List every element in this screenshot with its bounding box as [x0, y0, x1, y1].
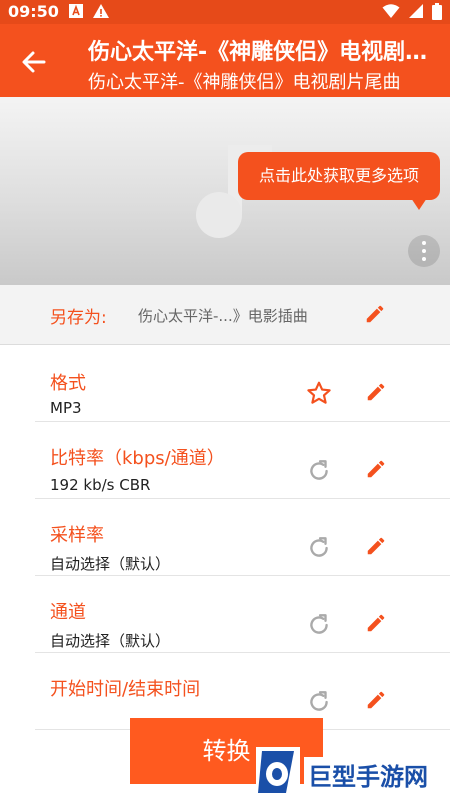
reset-icon[interactable] [306, 611, 332, 637]
setting-value: 自动选择（默认） [50, 632, 171, 650]
more-options-button[interactable] [408, 235, 440, 267]
back-arrow-icon[interactable] [20, 48, 48, 76]
status-time: 09:50 [8, 2, 59, 21]
setting-value: 自动选择（默认） [50, 555, 171, 573]
setting-title: 格式 [50, 373, 86, 394]
setting-sample-rate[interactable]: 采样率 自动选择（默认） [35, 499, 450, 576]
more-options-tooltip[interactable]: 点击此处获取更多选项 [238, 152, 440, 200]
more-vert-icon [422, 241, 426, 245]
pencil-icon[interactable] [364, 303, 386, 325]
setting-title: 采样率 [50, 525, 104, 546]
reset-icon[interactable] [306, 534, 332, 560]
album-art-area: 点击此处获取更多选项 [0, 97, 450, 285]
setting-title: 开始时间/结束时间 [50, 679, 201, 700]
wifi-icon [382, 4, 400, 18]
battery-icon [432, 3, 442, 20]
watermark-text: 巨型手游网 [304, 757, 432, 792]
pencil-icon[interactable] [365, 612, 387, 634]
pencil-icon[interactable] [365, 535, 387, 557]
pencil-icon[interactable] [365, 689, 387, 711]
page-subtitle: 伤心太平洋-《神雕侠侣》电视剧片尾曲 [88, 72, 401, 93]
setting-format[interactable]: 格式 MP3 [35, 345, 450, 422]
star-outline-icon[interactable] [306, 380, 332, 406]
watermark-logo-icon [256, 747, 300, 797]
app-bar: 伤心太平洋-《神雕侠侣》电视剧片尾曲 伤心太平洋-《神雕侠侣》电视剧片尾曲 [0, 24, 450, 97]
reset-icon[interactable] [306, 457, 332, 483]
setting-channel[interactable]: 通道 自动选择（默认） [35, 576, 450, 653]
setting-value: MP3 [50, 399, 82, 417]
save-as-row[interactable]: 另存为: 伤心太平洋-...》电影插曲 [0, 285, 450, 345]
setting-bitrate[interactable]: 比特率（kbps/通道） 192 kb/s CBR [35, 422, 450, 499]
pencil-icon[interactable] [365, 381, 387, 403]
tooltip-tail [411, 198, 427, 210]
text-a-icon [69, 4, 83, 18]
reset-icon[interactable] [306, 688, 332, 714]
warning-icon [93, 4, 109, 18]
save-as-label: 另存为: [50, 308, 107, 328]
save-as-filename[interactable]: 伤心太平洋-...》电影插曲 [138, 305, 308, 326]
pencil-icon[interactable] [365, 458, 387, 480]
status-bar: 09:50 [0, 0, 450, 24]
signal-icon [409, 4, 423, 18]
page-title: 伤心太平洋-《神雕侠侣》电视剧片尾曲 [88, 40, 440, 65]
setting-title: 比特率（kbps/通道） [50, 448, 225, 469]
settings-list: 格式 MP3 比特率（kbps/通道） 192 kb/s CBR 采样率 自动选… [0, 345, 450, 730]
setting-title: 通道 [50, 602, 86, 623]
setting-value: 192 kb/s CBR [50, 476, 151, 494]
